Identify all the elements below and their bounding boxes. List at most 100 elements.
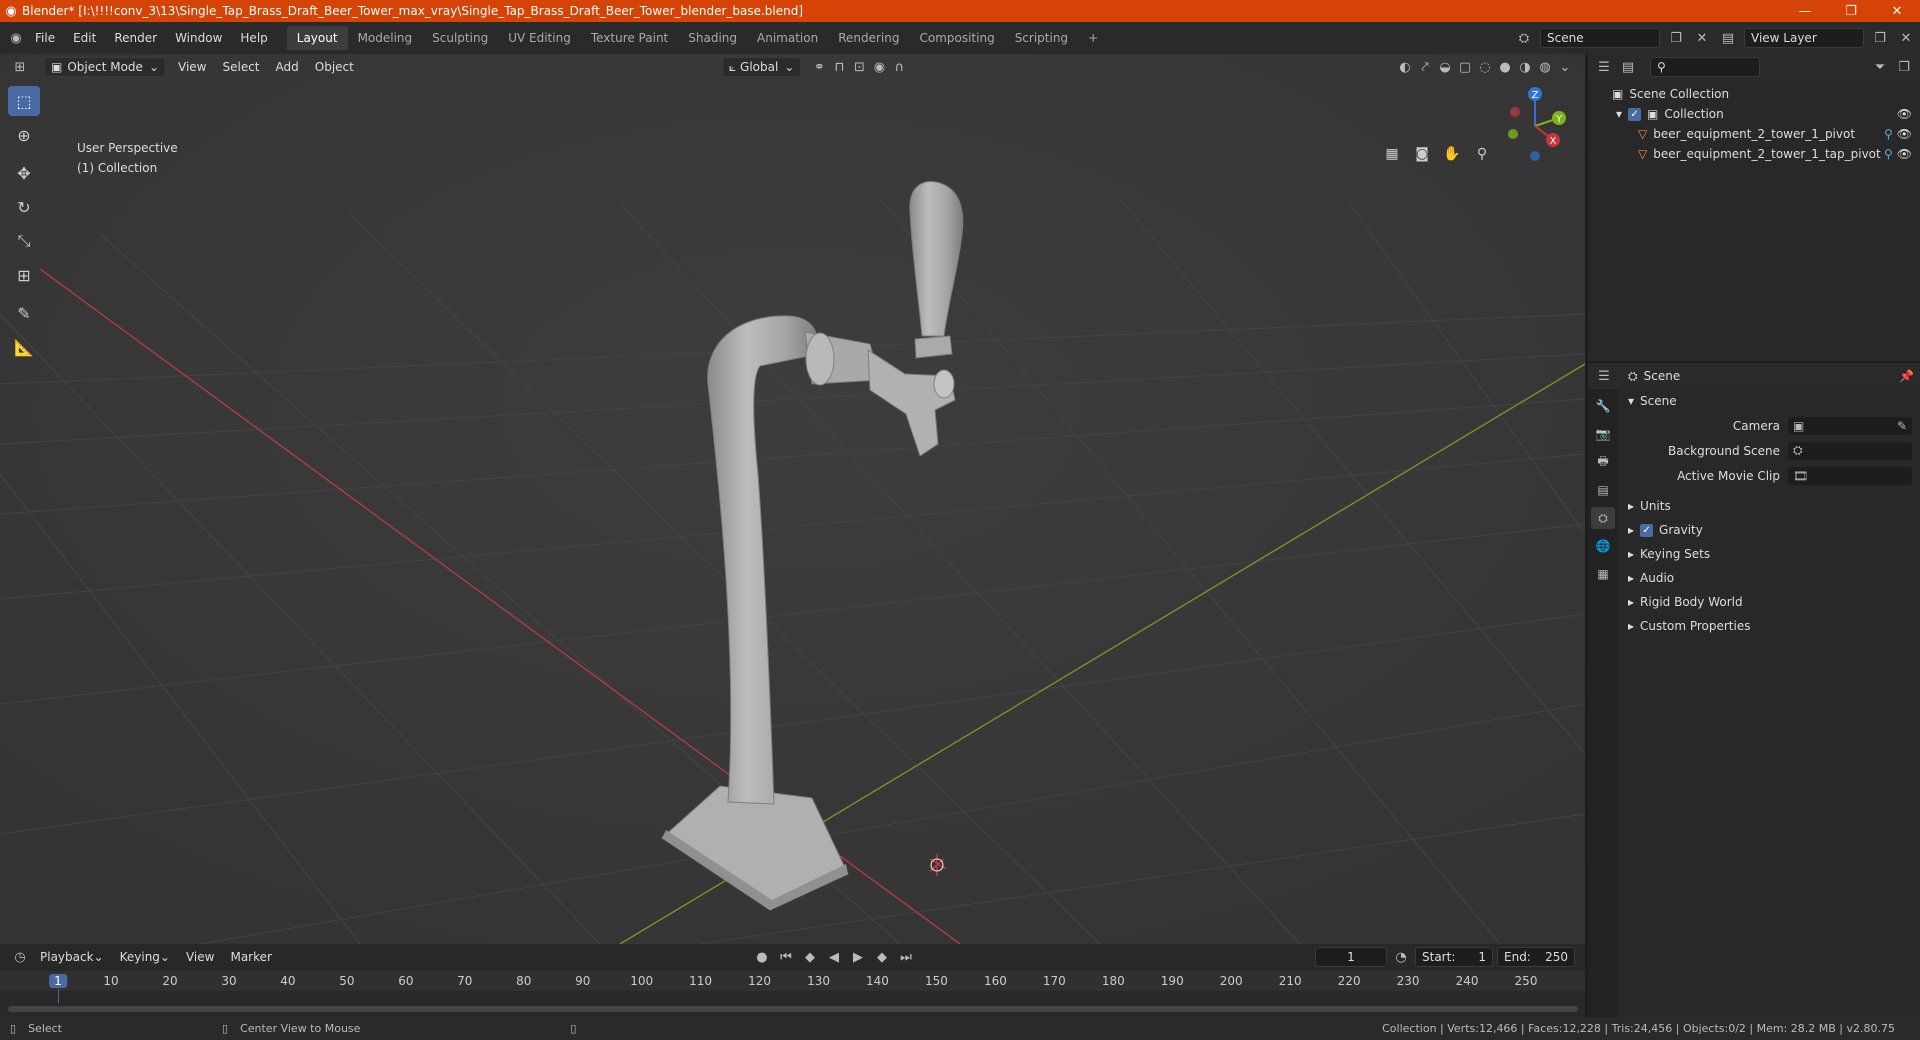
- tab-shading[interactable]: Shading: [678, 26, 747, 50]
- navigation-gizmo[interactable]: Z Y X: [1503, 84, 1573, 164]
- jump-end-icon[interactable]: ⏭: [896, 947, 916, 967]
- menu-edit[interactable]: Edit: [64, 23, 105, 53]
- gravity-checkbox[interactable]: ✓: [1640, 523, 1654, 537]
- clock-icon[interactable]: ◔: [1391, 947, 1411, 967]
- snap-icon[interactable]: ⊓: [829, 57, 849, 77]
- prev-keyframe-icon[interactable]: ◆: [800, 947, 820, 967]
- gizmo-toggle-icon[interactable]: ⤤: [1415, 57, 1435, 77]
- outliner-item[interactable]: ▽ beer_equipment_2_tower_1_pivot ⚲ 👁: [1588, 124, 1920, 144]
- menu-file[interactable]: File: [26, 23, 64, 53]
- visibility-icon[interactable]: ◐: [1395, 57, 1415, 77]
- proportional-edit-icon[interactable]: ◉: [869, 57, 889, 77]
- menu-window[interactable]: Window: [166, 23, 231, 53]
- annotate-icon[interactable]: ✎: [8, 298, 40, 328]
- close-icon[interactable]: ✕: [1874, 4, 1920, 19]
- delete-scene-icon[interactable]: ✕: [1692, 28, 1712, 48]
- outliner-editor-icon[interactable]: ☰: [1594, 57, 1614, 77]
- outliner-search-input[interactable]: ⚲: [1650, 57, 1760, 77]
- eye-icon[interactable]: 👁: [1897, 147, 1912, 161]
- play-icon[interactable]: ▶: [848, 947, 868, 967]
- tab-scripting[interactable]: Scripting: [1005, 26, 1078, 50]
- overlay-toggle-icon[interactable]: ◒: [1435, 57, 1455, 77]
- movie-clip-field[interactable]: 🎞: [1788, 466, 1912, 485]
- blender-menu-icon[interactable]: ◉: [6, 28, 26, 48]
- background-scene-field[interactable]: ⛭: [1788, 441, 1912, 460]
- scene-icon[interactable]: ⛭: [1514, 28, 1534, 48]
- view-layer-field[interactable]: View Layer: [1744, 28, 1864, 48]
- measure-icon[interactable]: 📐: [8, 332, 40, 362]
- menu-select[interactable]: Select: [214, 60, 267, 74]
- rendered-shading-icon[interactable]: ◍: [1535, 57, 1555, 77]
- menu-help[interactable]: Help: [231, 23, 276, 53]
- eye-icon[interactable]: 👁: [1897, 107, 1912, 121]
- neg-x-handle[interactable]: [1510, 107, 1520, 117]
- outliner-item[interactable]: ▽ beer_equipment_2_tower_1_tap_pivot ⚲ 👁: [1588, 144, 1920, 164]
- move-icon[interactable]: ✥: [8, 158, 40, 188]
- tab-uv-editing[interactable]: UV Editing: [498, 26, 581, 50]
- add-workspace-icon[interactable]: +: [1078, 26, 1108, 50]
- filter-icon[interactable]: ⏷: [1870, 57, 1890, 77]
- tab-compositing[interactable]: Compositing: [909, 26, 1004, 50]
- solid-shading-icon[interactable]: ●: [1495, 57, 1515, 77]
- 3d-viewport[interactable]: User Perspective (1) Collection ▦ ◙ ✋ ⚲ …: [0, 54, 1585, 944]
- collection-checkbox[interactable]: ✓: [1628, 107, 1642, 121]
- play-reverse-icon[interactable]: ◀: [824, 947, 844, 967]
- custom-properties-panel[interactable]: ▸ Custom Properties: [1620, 614, 1920, 638]
- expand-arrow-icon[interactable]: ▾: [1616, 107, 1622, 121]
- timeline-scrollbar[interactable]: [8, 1006, 1578, 1012]
- delete-view-layer-icon[interactable]: ✕: [1896, 28, 1916, 48]
- world-tab-icon[interactable]: 🌐: [1591, 535, 1615, 557]
- view-layer-icon[interactable]: ▤: [1718, 28, 1738, 48]
- display-mode-icon[interactable]: ▤: [1618, 57, 1638, 77]
- units-panel[interactable]: ▸ Units: [1620, 494, 1920, 518]
- new-collection-icon[interactable]: ❐: [1894, 57, 1914, 77]
- transform-icon[interactable]: ⊞: [8, 260, 40, 290]
- next-keyframe-icon[interactable]: ◆: [872, 947, 892, 967]
- tab-layout[interactable]: Layout: [286, 26, 348, 50]
- tab-modeling[interactable]: Modeling: [348, 26, 423, 50]
- menu-view[interactable]: View: [170, 60, 214, 74]
- editor-type-icon[interactable]: ⊞: [10, 57, 30, 77]
- pan-hand-icon[interactable]: ✋: [1440, 142, 1464, 166]
- tab-sculpting[interactable]: Sculpting: [422, 26, 498, 50]
- shading-options-icon[interactable]: ⌄: [1555, 57, 1575, 77]
- gravity-panel[interactable]: ▸ ✓ Gravity: [1620, 518, 1920, 542]
- zoom-icon[interactable]: ⚲: [1470, 142, 1494, 166]
- rotate-icon[interactable]: ↻: [8, 192, 40, 222]
- pin-icon[interactable]: 📌: [1899, 369, 1914, 383]
- output-tab-icon[interactable]: 🖶: [1591, 451, 1615, 473]
- keying-menu[interactable]: Keying ⌄: [114, 947, 176, 967]
- frame-ruler[interactable]: 1 10 20 30 40 50 60 70 80 90 100 110 120 130 140 150 160…: [0, 971, 1585, 1003]
- snap-target-icon[interactable]: ⊡: [849, 57, 869, 77]
- material-shading-icon[interactable]: ◑: [1515, 57, 1535, 77]
- view-layer-tab-icon[interactable]: ▤: [1591, 479, 1615, 501]
- rigid-body-world-panel[interactable]: ▸ Rigid Body World: [1620, 590, 1920, 614]
- playback-menu[interactable]: Playback ⌄: [34, 947, 110, 967]
- toggle-grid-icon[interactable]: ▦: [1380, 142, 1404, 166]
- timeline-editor-icon[interactable]: ◷: [10, 947, 30, 967]
- view-menu[interactable]: View: [180, 947, 220, 967]
- playhead-line[interactable]: [58, 989, 59, 1003]
- marker-menu[interactable]: Marker: [224, 947, 277, 967]
- minimize-icon[interactable]: —: [1782, 4, 1828, 19]
- menu-render[interactable]: Render: [105, 23, 166, 53]
- neg-z-handle[interactable]: [1530, 151, 1540, 161]
- tab-rendering[interactable]: Rendering: [828, 26, 909, 50]
- camera-view-icon[interactable]: ◙: [1410, 142, 1434, 166]
- maximize-icon[interactable]: ❐: [1828, 4, 1874, 19]
- select-box-icon[interactable]: ⬚: [8, 86, 40, 116]
- texture-tab-icon[interactable]: ▦: [1591, 563, 1615, 585]
- eyedropper-icon[interactable]: ✎: [1897, 419, 1907, 433]
- end-frame-field[interactable]: End: 250: [1497, 947, 1575, 967]
- xray-icon[interactable]: ▢: [1455, 57, 1475, 77]
- tab-animation[interactable]: Animation: [747, 26, 828, 50]
- falloff-icon[interactable]: ∩: [889, 57, 909, 77]
- render-tab-icon[interactable]: 📷: [1591, 423, 1615, 445]
- orientation-dropdown[interactable]: ⟀ Global ⌄: [721, 57, 802, 77]
- cursor-icon[interactable]: ⊕: [8, 120, 40, 150]
- start-frame-field[interactable]: Start: 1: [1415, 947, 1493, 967]
- properties-editor-icon[interactable]: ☰: [1594, 366, 1614, 386]
- mode-dropdown[interactable]: ▣ Object Mode ⌄: [44, 57, 166, 77]
- current-frame-field[interactable]: 1: [1315, 947, 1387, 967]
- new-view-layer-icon[interactable]: ❐: [1870, 28, 1890, 48]
